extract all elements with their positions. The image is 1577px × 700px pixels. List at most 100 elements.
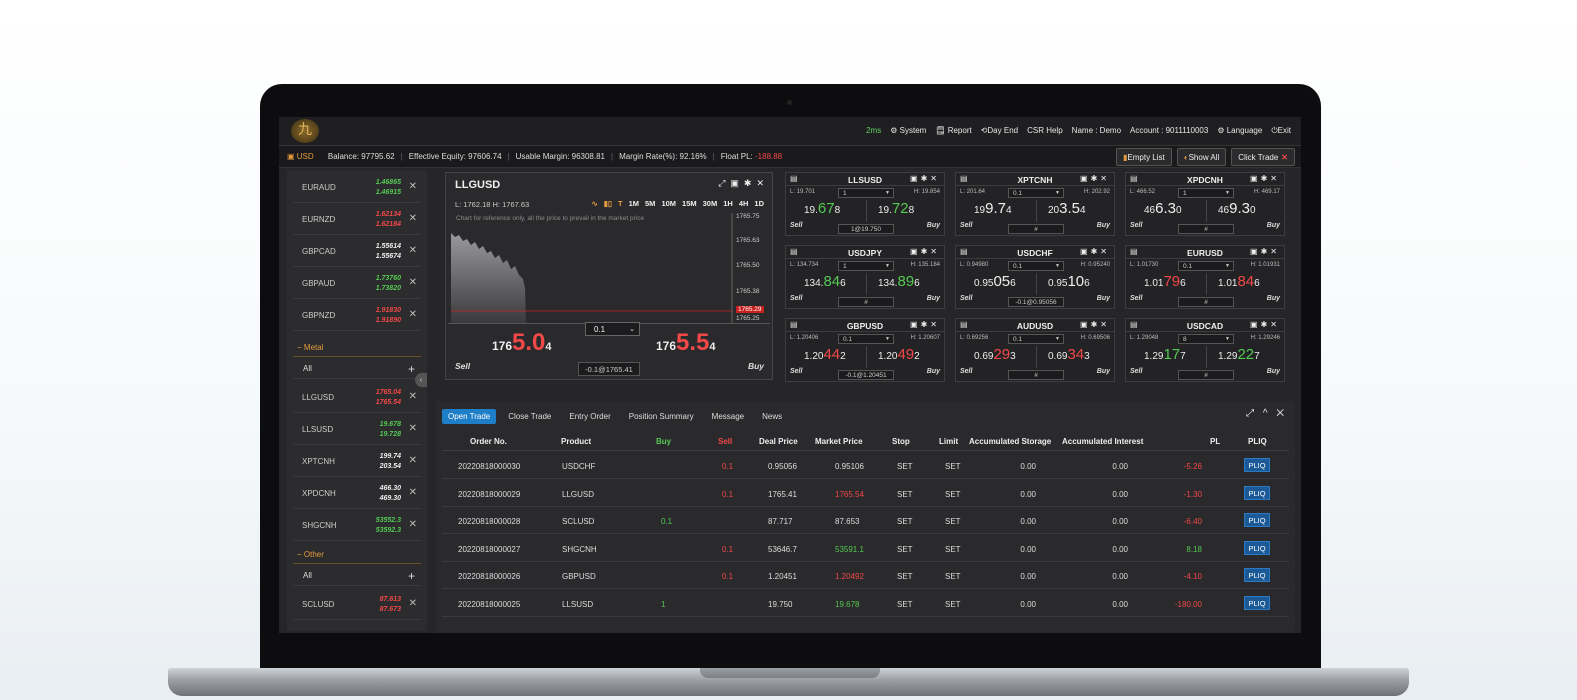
empty-list-button[interactable]: ▮Empty List [1116,148,1172,166]
lot-select[interactable]: 1 ▼ [1178,188,1234,198]
quote-card[interactable]: ▤ LLSUSD ▣✱✕ L: 19.701 1 ▼ H: 19.854 19.678 19.7… [785,172,945,236]
card-sell-price[interactable]: 0.69293 [974,346,1016,363]
remove-icon[interactable]: ✕ [409,455,417,466]
cell-stop[interactable]: SET [897,545,913,554]
remove-icon[interactable]: ✕ [409,213,417,224]
candle-chart-icon[interactable]: ▮▯ [604,199,612,208]
card-sell-label[interactable]: Sell [960,368,972,375]
card-sell-price[interactable]: 1.29177 [1144,346,1186,363]
cell-limit[interactable]: SET [945,490,961,499]
card-buy-label[interactable]: Buy [1097,295,1110,302]
cell-stop[interactable]: SET [897,517,913,526]
card-buy-label[interactable]: Buy [1267,295,1280,302]
card-controls[interactable]: ▣✱✕ [1080,174,1110,183]
exit-button[interactable]: ⏻Exit [1271,126,1291,136]
pliq-button[interactable]: PLIQ [1244,485,1270,500]
cell-stop[interactable]: SET [897,572,913,581]
lot-select[interactable]: 0.1 ▼ [1008,334,1064,344]
quote-card[interactable]: ▤ USDCHF ▣✱✕ L: 0.94980 0.1 ▼ H: 0.95240 0.9505… [955,245,1115,309]
group-header-other[interactable]: − Other [293,546,421,564]
quote-card[interactable]: ▤ XPDCNH ▣✱✕ L: 466.52 1 ▼ H: 469.17 466.30 469.… [1125,172,1285,236]
card-controls[interactable]: ▣✱✕ [910,320,940,329]
add-icon[interactable]: + [408,359,415,379]
remove-icon[interactable]: ✕ [409,391,417,402]
symbol-row[interactable]: SHGCNH 53552.3 53592.3 ✕ [293,509,421,541]
table-row[interactable]: 20220818000029 LLGUSD 0.1 1765.41 1765.54 SET… [442,480,1289,507]
settings-icon[interactable]: ✱ [744,178,752,189]
lot-select[interactable]: 0.1 ▼ [1008,188,1064,198]
card-buy-label[interactable]: Buy [1267,222,1280,229]
quote-card[interactable]: ▤ EURUSD ▣✱✕ L: 1.01730 0.1 ▼ H: 1.01931 1.0179… [1125,245,1285,309]
metal-all-row[interactable]: All + [293,359,421,379]
language-menu[interactable]: ⚙ Language [1217,126,1262,136]
quote-card[interactable]: ▤ USDCAD ▣✱✕ L: 1.29048 8 ▼ H: 1.29246 1.29177 1… [1125,318,1285,382]
remove-icon[interactable]: ✕ [409,181,417,192]
cell-limit[interactable]: SET [945,572,961,581]
card-sell-label[interactable]: Sell [790,295,802,302]
card-controls[interactable]: ▣✱✕ [1080,247,1110,256]
card-controls[interactable]: ▣✱✕ [910,247,940,256]
symbol-row[interactable]: LLGUSD 1765.04 1765.54 ✕ [293,381,421,413]
collapse-sidebar-icon[interactable]: ‹ [415,373,427,387]
pliq-button[interactable]: PLIQ [1244,596,1270,610]
symbol-row[interactable]: GBPNZD 1.91830 1.91890 ✕ [293,299,421,331]
card-sell-label[interactable]: Sell [1130,222,1142,229]
card-buy-label[interactable]: Buy [927,295,940,302]
expand-icon[interactable]: ⤢ [718,178,725,189]
cell-limit[interactable]: SET [945,545,961,554]
card-sell-price[interactable]: 19.678 [804,200,840,217]
tab-news[interactable]: News [756,409,788,424]
remove-icon[interactable]: ✕ [409,598,417,609]
lot-select[interactable]: 0.1 ▼ [1178,261,1234,271]
symbol-row[interactable]: XPDCNH 466.30 469.30 ✕ [293,477,421,509]
card-sell-price[interactable]: 466.30 [1144,200,1182,217]
card-buy-price[interactable]: 1.20492 [878,346,920,363]
symbol-row[interactable]: EURAUD 1.46865 1.46915 ✕ [293,171,421,203]
lot-select[interactable]: 1 ▼ [838,261,894,271]
card-sell-price[interactable]: 1.20442 [804,346,846,363]
card-controls[interactable]: ▣✱✕ [910,174,940,183]
card-buy-label[interactable]: Buy [1097,222,1110,229]
remove-icon[interactable]: ✕ [409,487,417,498]
card-buy-price[interactable]: 19.728 [878,200,914,217]
card-buy-price[interactable]: 203.54 [1048,200,1086,217]
card-buy-label[interactable]: Buy [1267,368,1280,375]
card-sell-price[interactable]: 1.01796 [1144,273,1186,290]
timeframe-option[interactable]: 30M [703,199,718,208]
csr-help-menu[interactable]: CSR Help [1027,126,1063,136]
pliq-button[interactable]: PLIQ [1244,458,1270,472]
cell-limit[interactable]: SET [945,600,961,609]
quote-card[interactable]: ▤ AUDUSD ▣✱✕ L: 0.69256 0.1 ▼ H: 0.69506 0.6929… [955,318,1115,382]
lot-select[interactable]: 0.1 ▼ [838,334,894,344]
card-sell-label[interactable]: Sell [1130,368,1142,375]
card-sell-price[interactable]: 134.846 [804,273,846,290]
symbol-row[interactable]: SCLUSD 87.613 87.673 ✕ [293,588,421,620]
table-row[interactable]: 20220818000028 SCLUSD 0.1 87.717 87.653 SET SE… [442,507,1289,535]
table-row[interactable]: 20220818000030 USDCHF 0.1 0.95056 0.95106 SET… [442,452,1289,479]
card-buy-label[interactable]: Buy [1097,368,1110,375]
card-sell-label[interactable]: Sell [960,222,972,229]
cell-stop[interactable]: SET [897,490,913,499]
sell-label[interactable]: Sell [455,361,470,371]
close-icon[interactable]: ✕ [1281,153,1288,162]
report-menu[interactable]: 🗒 Report [935,126,971,136]
tab-message[interactable]: Message [706,409,750,424]
show-all-button[interactable]: ◐Show All [1176,148,1227,166]
timeframe-option[interactable]: T [618,199,623,208]
lot-size-select[interactable]: 0.1 ⌄ [585,322,640,336]
tab-open-trade[interactable]: Open Trade [442,409,497,424]
sell-price[interactable]: 1765.04 [492,329,552,357]
buy-price[interactable]: 1765.54 [656,329,716,357]
symbol-row[interactable]: GBPAUD 1.73760 1.73820 ✕ [293,267,421,299]
card-sell-price[interactable]: 199.74 [974,200,1012,217]
lot-select[interactable]: 0.1 ▼ [1008,261,1064,271]
pliq-button[interactable]: PLIQ [1244,513,1270,528]
card-buy-price[interactable]: 1.29227 [1218,346,1260,363]
card-sell-label[interactable]: Sell [1130,295,1142,302]
symbol-row[interactable]: LLSUSD 19.678 19.728 ✕ [293,413,421,445]
card-buy-label[interactable]: Buy [927,222,940,229]
quote-card[interactable]: ▤ XPTCNH ▣✱✕ L: 201.64 0.1 ▼ H: 202.92 199.74 20… [955,172,1115,236]
remove-icon[interactable]: ✕ [409,519,417,530]
cell-stop[interactable]: SET [897,600,913,609]
quote-card[interactable]: ▤ USDJPY ▣✱✕ L: 134.734 1 ▼ H: 135.184 134.846 1… [785,245,945,309]
